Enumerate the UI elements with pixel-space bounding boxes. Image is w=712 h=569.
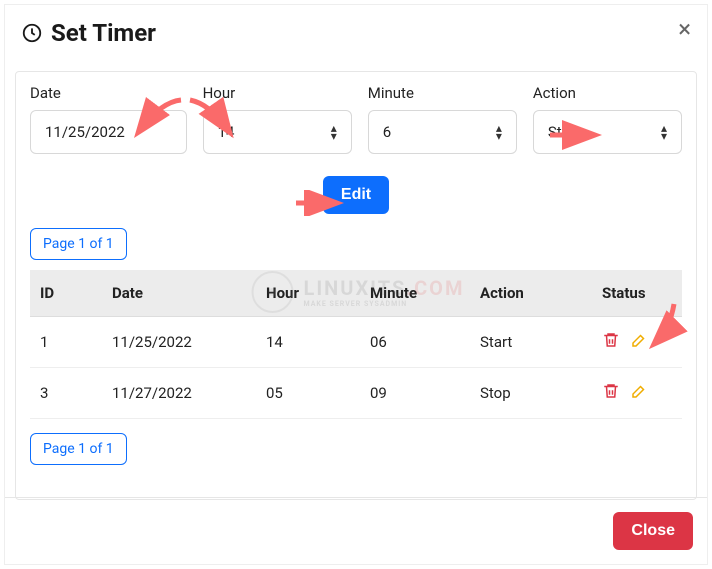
trash-icon[interactable] xyxy=(602,331,620,353)
close-button[interactable]: Close xyxy=(613,512,693,550)
edit-row: Edit xyxy=(30,176,682,214)
pager-label: Page 1 of 1 xyxy=(43,441,114,457)
close-icon[interactable]: × xyxy=(678,15,691,43)
pager-label: Page 1 of 1 xyxy=(43,236,114,252)
col-action: Action xyxy=(470,270,592,317)
modal-title-text: Set Timer xyxy=(51,19,156,47)
col-minute: Minute xyxy=(360,270,470,317)
cell-status xyxy=(592,317,682,368)
edit-button[interactable]: Edit xyxy=(323,176,389,214)
action-label: Action xyxy=(533,84,682,102)
minute-select[interactable]: 6 ▴▾ xyxy=(368,110,517,154)
cell-status xyxy=(592,368,682,419)
pager-bottom[interactable]: Page 1 of 1 xyxy=(30,433,127,465)
date-group: Date 11/25/2022 xyxy=(30,84,187,154)
cell-action: Start xyxy=(470,317,592,368)
caret-icon: ▴▾ xyxy=(661,124,667,140)
caret-icon: ▴▾ xyxy=(496,124,502,140)
minute-value: 6 xyxy=(383,123,391,141)
table-row: 3 11/27/2022 05 09 Stop xyxy=(30,368,682,419)
modal-title: Set Timer xyxy=(21,19,156,47)
pager-top[interactable]: Page 1 of 1 xyxy=(30,228,127,260)
action-group: Action Start ▴▾ xyxy=(533,84,682,154)
form-card: Date 11/25/2022 Hour 14 ▴▾ Minute 6 ▴▾ xyxy=(15,71,697,500)
action-value: Start xyxy=(548,123,580,141)
action-select[interactable]: Start ▴▾ xyxy=(533,110,682,154)
date-input[interactable]: 11/25/2022 xyxy=(30,110,187,154)
cell-id: 3 xyxy=(30,368,102,419)
hour-value: 14 xyxy=(218,123,235,141)
clock-icon xyxy=(21,22,43,44)
hour-select[interactable]: 14 ▴▾ xyxy=(203,110,352,154)
hour-label: Hour xyxy=(203,84,352,102)
minute-label: Minute xyxy=(368,84,517,102)
edit-row-icon[interactable] xyxy=(630,331,648,353)
trash-icon[interactable] xyxy=(602,382,620,404)
cell-hour: 05 xyxy=(256,368,360,419)
col-date: Date xyxy=(102,270,256,317)
minute-group: Minute 6 ▴▾ xyxy=(368,84,517,154)
date-label: Date xyxy=(30,84,187,102)
set-timer-modal: Set Timer × Date 11/25/2022 Hour 14 ▴▾ M… xyxy=(4,4,708,565)
col-hour: Hour xyxy=(256,270,360,317)
modal-header: Set Timer × xyxy=(5,5,707,57)
edit-row-icon[interactable] xyxy=(630,382,648,404)
cell-minute: 06 xyxy=(360,317,470,368)
cell-action: Stop xyxy=(470,368,592,419)
cell-date: 11/27/2022 xyxy=(102,368,256,419)
cell-date: 11/25/2022 xyxy=(102,317,256,368)
hour-group: Hour 14 ▴▾ xyxy=(203,84,352,154)
table-header-row: ID Date Hour Minute Action Status xyxy=(30,270,682,317)
modal-footer: Close xyxy=(5,497,707,564)
date-value: 11/25/2022 xyxy=(45,123,125,141)
cell-hour: 14 xyxy=(256,317,360,368)
caret-icon: ▴▾ xyxy=(331,124,337,140)
col-id: ID xyxy=(30,270,102,317)
cell-id: 1 xyxy=(30,317,102,368)
timer-table: ID Date Hour Minute Action Status 1 11/2… xyxy=(30,270,682,419)
cell-minute: 09 xyxy=(360,368,470,419)
col-status: Status xyxy=(592,270,682,317)
table-row: 1 11/25/2022 14 06 Start xyxy=(30,317,682,368)
form-row: Date 11/25/2022 Hour 14 ▴▾ Minute 6 ▴▾ xyxy=(30,84,682,154)
